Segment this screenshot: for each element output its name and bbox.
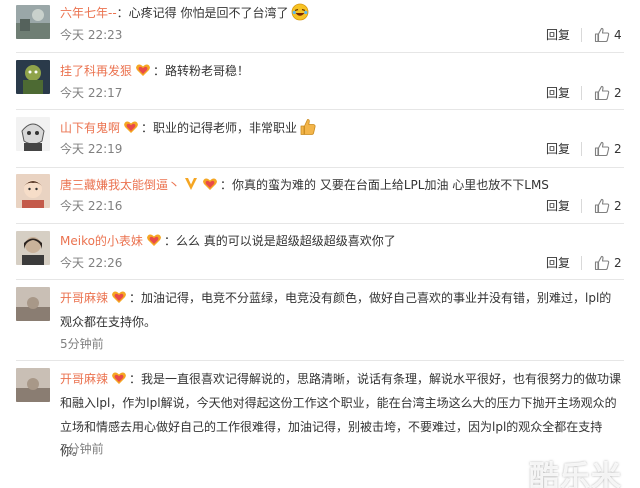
- separator: [16, 167, 624, 168]
- separator: [16, 279, 624, 280]
- comment-text: ：你真的蛮为难的 又要在台面上给LPL加油 心里也放不下LMS: [220, 178, 549, 192]
- like-count: 2: [614, 256, 622, 270]
- heart-badge-icon: [135, 63, 151, 77]
- comment-text: ：加油记得，电竞不分蓝绿，电竞没有颜色，做好自己喜欢的事业并没有错，别难过，lp…: [60, 291, 612, 329]
- like-button[interactable]: 2: [594, 141, 622, 157]
- like-button[interactable]: 4: [594, 27, 622, 43]
- thumbs-up-icon: [594, 255, 610, 271]
- username-link[interactable]: 开哥麻辣: [60, 291, 108, 305]
- heart-badge-icon: [146, 233, 162, 247]
- avatar[interactable]: [16, 60, 50, 94]
- separator: [16, 360, 624, 361]
- comment-time: 今天 22:16: [60, 199, 123, 213]
- comment-time: 7分钟前: [60, 442, 104, 456]
- thumbs-up-icon: [594, 85, 610, 101]
- comment-time: 今天 22:17: [60, 86, 123, 100]
- comment-time: 今天 22:19: [60, 142, 123, 156]
- avatar[interactable]: [16, 231, 50, 265]
- avatar[interactable]: [16, 5, 50, 39]
- reply-button[interactable]: 回复: [546, 85, 570, 101]
- separator: [16, 109, 624, 110]
- like-button[interactable]: 2: [594, 198, 622, 214]
- comment-text: ：路转粉老哥稳！: [153, 64, 250, 78]
- laugh-cry-emoji-icon: [291, 3, 309, 21]
- username-link[interactable]: 六年七年--: [60, 6, 117, 20]
- username-link[interactable]: 开哥麻辣: [60, 372, 108, 386]
- reply-button[interactable]: 回复: [546, 141, 570, 157]
- comment-time: 今天 22:26: [60, 256, 123, 270]
- comment-text: ：心疼记得 你怕是回不了台湾了: [116, 6, 289, 20]
- avatar[interactable]: [16, 287, 50, 321]
- like-count: 2: [614, 199, 622, 213]
- separator: [16, 223, 624, 224]
- heart-badge-icon: [123, 120, 139, 134]
- comment-text: ：我是一直很喜欢记得解说的，思路清晰，说话有条理，解说水平很好，也有很努力的做功…: [60, 372, 622, 458]
- reply-button[interactable]: 回复: [546, 255, 570, 271]
- action-divider: [581, 142, 582, 156]
- thumbs-up-icon: [594, 27, 610, 43]
- thumbs-up-emoji-icon: [299, 118, 317, 136]
- comment-time: 今天 22:23: [60, 28, 123, 42]
- username-link[interactable]: 挂了科再发狠: [60, 64, 132, 78]
- v-badge-icon: [183, 177, 198, 191]
- heart-badge-icon: [202, 177, 218, 191]
- like-count: 2: [614, 142, 622, 156]
- avatar[interactable]: [16, 174, 50, 208]
- like-button[interactable]: 2: [594, 255, 622, 271]
- action-divider: [581, 86, 582, 100]
- comment-text: ：职业的记得老师，非常职业: [141, 121, 298, 135]
- like-button[interactable]: 2: [594, 85, 622, 101]
- heart-badge-icon: [111, 371, 127, 385]
- thumbs-up-icon: [594, 141, 610, 157]
- like-count: 4: [614, 28, 622, 42]
- reply-button[interactable]: 回复: [546, 198, 570, 214]
- separator: [16, 52, 624, 53]
- username-link[interactable]: 山下有鬼啊: [60, 121, 120, 135]
- comment-text: ：么么 真的可以说是超级超级超级喜欢你了: [163, 234, 396, 248]
- username-link[interactable]: Meiko的小表妹: [60, 234, 143, 248]
- watermark: 酷乐米: [529, 460, 622, 488]
- action-divider: [581, 199, 582, 213]
- action-divider: [581, 28, 582, 42]
- action-divider: [581, 256, 582, 270]
- avatar[interactable]: [16, 117, 50, 151]
- heart-badge-icon: [111, 290, 127, 304]
- avatar[interactable]: [16, 368, 50, 402]
- thumbs-up-icon: [594, 198, 610, 214]
- reply-button[interactable]: 回复: [546, 27, 570, 43]
- comment-time: 5分钟前: [60, 337, 104, 351]
- like-count: 2: [614, 86, 622, 100]
- username-link[interactable]: 唐三藏嫌我太能倒逼丶: [60, 178, 180, 192]
